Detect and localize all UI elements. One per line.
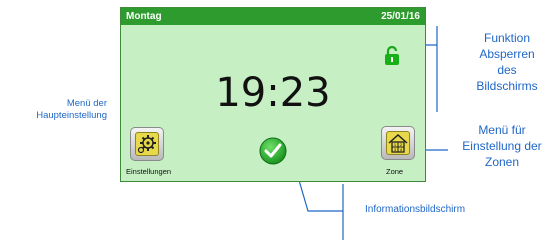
- svg-text:4: 4: [400, 147, 403, 152]
- status-bar: Montag 25/01/16: [121, 8, 425, 25]
- settings-icon-tile: [135, 132, 159, 156]
- main-settings-annotation: Menü der Haupteinstellung: [1, 98, 107, 122]
- info-screen-annotation: Informationsbildschirm: [365, 204, 466, 215]
- padlock-open-icon[interactable]: [383, 46, 401, 66]
- settings-button[interactable]: [130, 127, 164, 161]
- zone-settings-annotation: Menü für Einstellung der Zonen: [448, 122, 556, 170]
- zone-label: Zone: [386, 167, 404, 176]
- clock-time: 19:23: [215, 70, 331, 116]
- house-zone-icon: 1 2 3 4: [388, 133, 408, 153]
- lock-function-annotation: Funktion Absperren des Bildschirms: [462, 30, 552, 94]
- day-label: Montag: [126, 11, 162, 22]
- gear-icon: [137, 135, 156, 154]
- annotation-line: Zonen: [484, 155, 520, 169]
- device-screen: Montag 25/01/16 19:23 Einstellungen 1 2 …: [120, 7, 426, 182]
- settings-label: Einstellungen: [126, 167, 172, 176]
- date-label: 25/01/16: [381, 11, 420, 22]
- annotation-line: Menü der: [66, 98, 107, 109]
- checkmark-icon[interactable]: [259, 137, 287, 165]
- annotation-line: Absperren: [479, 47, 535, 61]
- zone-button[interactable]: 1 2 3 4: [381, 126, 415, 160]
- annotation-line: Funktion: [483, 31, 531, 45]
- annotation-line: des: [497, 63, 517, 77]
- zone-icon-tile: 1 2 3 4: [386, 131, 410, 155]
- annotation-line: Menü für: [478, 123, 526, 137]
- annotation-line: Bildschirms: [476, 79, 538, 93]
- annotation-line: Einstellung der: [462, 139, 542, 153]
- annotation-line: Haupteinstellung: [36, 110, 107, 121]
- svg-text:3: 3: [394, 147, 397, 152]
